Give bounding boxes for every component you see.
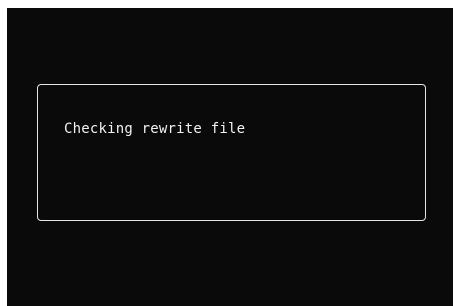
status-message: Checking rewrite file	[64, 121, 246, 137]
device-screen: Checking rewrite file	[7, 8, 453, 306]
status-dialog: Checking rewrite file	[37, 84, 426, 221]
